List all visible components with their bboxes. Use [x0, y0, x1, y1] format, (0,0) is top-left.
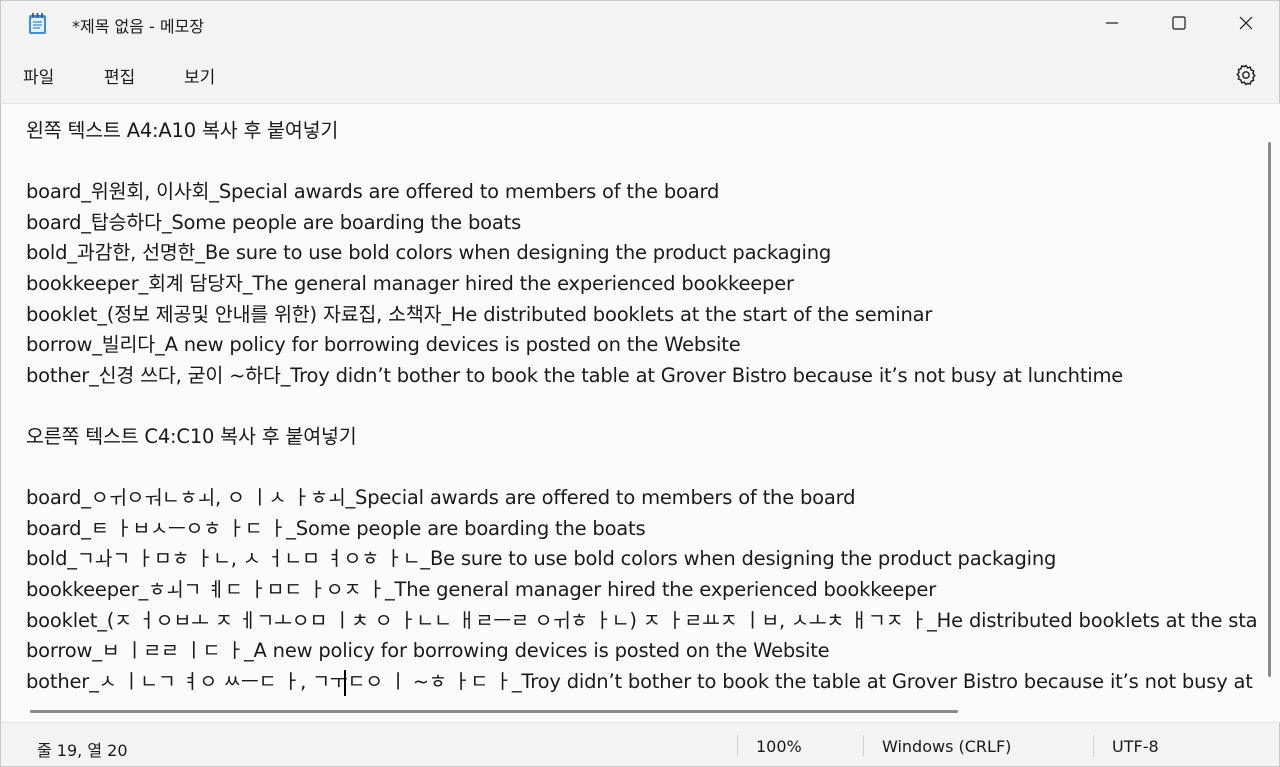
title-bar[interactable]: *제목 없음 - 메모장 — [1, 1, 1280, 47]
editor-line: bother_ㅅ ㅣㄴㄱ ㅕㅇ ㅆㅡㄷ ㅏ, ㄱㅜㄷㅇ ㅣ ~ㅎ ㅏㄷ ㅏ_Tr… — [26, 669, 1256, 693]
zoom-level: 100% — [756, 737, 802, 756]
editor-line: borrow_빌리다_A new policy for borrowing de… — [26, 333, 741, 357]
text-editor[interactable]: 왼쪽 텍스트 A4:A10 복사 후 붙여넣기 board_위원회, 이사회_S… — [2, 103, 1280, 723]
menu-edit[interactable]: 편집 — [104, 63, 135, 88]
maximize-button[interactable] — [1145, 1, 1213, 45]
notepad-app-icon — [28, 12, 47, 35]
status-divider — [863, 735, 864, 757]
cursor-position: 줄 19, 열 20 — [37, 741, 128, 760]
close-button[interactable] — [1212, 1, 1280, 45]
horizontal-scrollbar[interactable] — [30, 710, 958, 713]
editor-line: board_탑승하다_Some people are boarding the … — [26, 210, 522, 234]
maximize-icon — [1172, 16, 1186, 30]
editor-line: bold_ㄱㅘㄱ ㅏㅁㅎ ㅏㄴ, ㅅ ㅓㄴㅁ ㅕㅇㅎ ㅏㄴ_Be sure to… — [26, 547, 1057, 571]
status-divider — [737, 735, 738, 757]
editor-line: board_위원회, 이사회_Special awards are offere… — [26, 180, 720, 204]
editor-line: bookkeeper_회계 담당자_The general manager hi… — [26, 271, 794, 295]
close-icon — [1239, 16, 1253, 30]
editor-line: board_ㅌ ㅏㅂㅅㅡㅇㅎ ㅏㄷ ㅏ_Some people are boar… — [26, 516, 646, 540]
menu-bar: 파일 편집 보기 — [1, 53, 1280, 99]
minimize-button[interactable] — [1078, 1, 1146, 45]
editor-line: bother_신경 쓰다, 굳이 ~하다_Troy didn’t bother … — [26, 363, 1124, 387]
editor-line: borrow_ㅂ ㅣㄹㄹ ㅣㄷ ㅏ_A new policy for borro… — [26, 639, 830, 663]
editor-line: 왼쪽 텍스트 A4:A10 복사 후 붙여넣기 — [26, 119, 339, 142]
editor-line: bookkeeper_ㅎㅚㄱ ㅖㄷ ㅏㅁㄷ ㅏㅇㅈ ㅏ_The general … — [26, 577, 937, 601]
line-ending: Windows (CRLF) — [882, 737, 1012, 756]
settings-button[interactable] — [1234, 63, 1258, 87]
status-bar: 줄 19, 열 20 100% Windows (CRLF) UTF-8 — [1, 725, 1280, 767]
menu-file[interactable]: 파일 — [23, 63, 54, 88]
status-divider — [1093, 735, 1094, 757]
editor-line: bold_과감한, 선명한_Be sure to use bold colors… — [26, 241, 832, 265]
text-caret — [344, 670, 346, 696]
editor-line: 오른쪽 텍스트 C4:C10 복사 후 붙여넣기 — [26, 424, 357, 448]
minimize-icon — [1106, 22, 1118, 24]
encoding: UTF-8 — [1112, 737, 1159, 756]
editor-line: board_ㅇㅟㅇㅝㄴㅎㅚ, ㅇ ㅣㅅ ㅏㅎㅚ_Special awards a… — [26, 486, 856, 510]
editor-line: booklet_(ㅈ ㅓㅇㅂㅗ ㅈ ㅔㄱㅗㅇㅁ ㅣㅊ ㅇ ㅏㄴㄴ ㅐㄹㅡㄹ ㅇㅟ… — [26, 608, 1256, 632]
menu-view[interactable]: 보기 — [184, 63, 215, 88]
notepad-window: *제목 없음 - 메모장 파일 편집 보기 왼쪽 텍스트 A4:A10 복사 후… — [0, 0, 1280, 767]
gear-icon — [1236, 64, 1256, 86]
vertical-scrollbar[interactable] — [1268, 142, 1271, 677]
editor-line: booklet_(정보 제공및 안내를 위한) 자료집, 소책자_He dist… — [26, 302, 933, 326]
window-title: *제목 없음 - 메모장 — [72, 17, 205, 36]
editor-lines: 왼쪽 텍스트 A4:A10 복사 후 붙여넣기 board_위원회, 이사회_S… — [26, 116, 1256, 697]
